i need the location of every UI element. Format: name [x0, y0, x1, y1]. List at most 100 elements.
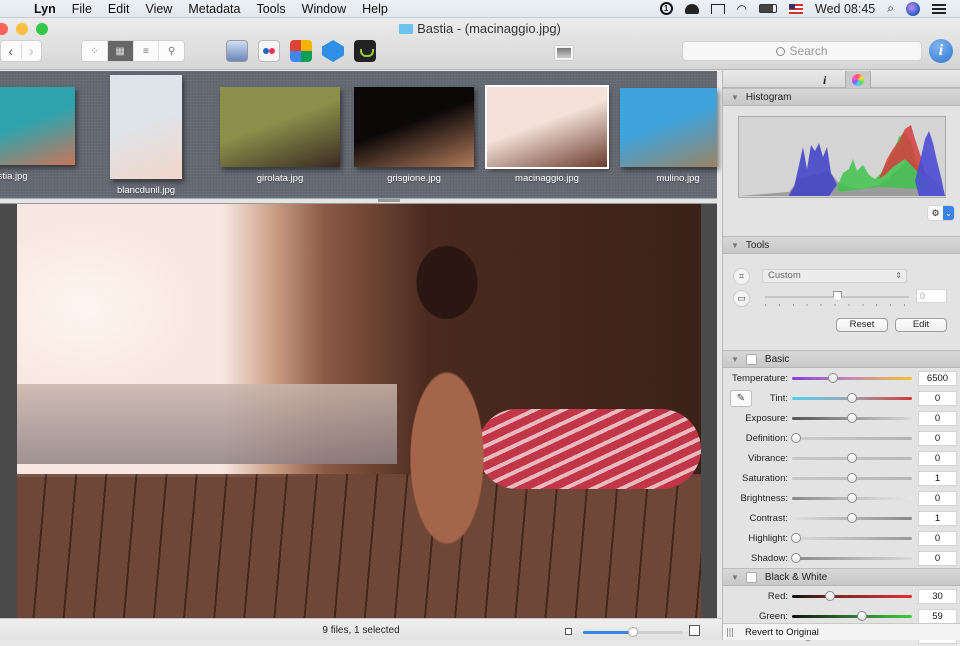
- search-field[interactable]: Search: [682, 41, 922, 61]
- adjustment-slider[interactable]: [792, 373, 912, 383]
- histogram-options-button[interactable]: ⚙ ⌄: [928, 206, 954, 220]
- adjustment-value-field[interactable]: 0: [918, 431, 957, 446]
- filmstrip-thumbnail[interactable]: [485, 85, 609, 169]
- adjustment-value-field[interactable]: 0: [918, 491, 957, 506]
- adjustment-slider[interactable]: [792, 473, 912, 483]
- adjustment-value-field[interactable]: 30: [918, 589, 957, 604]
- slider-knob[interactable]: [827, 373, 838, 383]
- notification-icon[interactable]: [684, 3, 699, 14]
- dropbox-share-icon[interactable]: [322, 40, 344, 62]
- adjustment-value-field[interactable]: 1: [918, 511, 957, 526]
- disclosure-triangle-icon[interactable]: ▼: [731, 93, 739, 102]
- flag-icon[interactable]: [789, 3, 804, 14]
- edit-button[interactable]: Edit: [895, 318, 947, 332]
- slider-knob[interactable]: [791, 533, 801, 543]
- straighten-icon[interactable]: ▭: [733, 290, 750, 307]
- adjustment-value-field[interactable]: 0: [918, 411, 957, 426]
- adjustment-value-field[interactable]: 1: [918, 471, 957, 486]
- info-tab[interactable]: i: [823, 73, 826, 88]
- adjustment-value-field[interactable]: 6500: [918, 371, 957, 386]
- disclosure-triangle-icon[interactable]: ▼: [731, 355, 739, 364]
- adjustment-value-field[interactable]: 0: [918, 451, 957, 466]
- tools-header[interactable]: ▼ Tools: [723, 236, 960, 254]
- adjustment-value-field[interactable]: 0: [918, 551, 957, 566]
- revert-to-original[interactable]: Revert to Original: [745, 627, 819, 638]
- siri-icon[interactable]: [906, 1, 920, 16]
- disclosure-triangle-icon[interactable]: ▼: [731, 573, 739, 582]
- slider-knob[interactable]: [791, 553, 801, 563]
- split-grip[interactable]: [378, 199, 400, 202]
- drag-handle-icon[interactable]: [727, 628, 733, 637]
- adjustment-value-field[interactable]: 0: [918, 391, 957, 406]
- revert-bar[interactable]: Revert to Original: [723, 623, 960, 640]
- reset-button[interactable]: Reset: [836, 318, 888, 332]
- menu-window[interactable]: Window: [294, 2, 354, 16]
- filmstrip-thumbnail[interactable]: [354, 87, 474, 167]
- adjustment-slider[interactable]: [792, 591, 912, 601]
- slider-knob[interactable]: [857, 611, 868, 621]
- smugmug-share-icon[interactable]: [354, 40, 376, 62]
- adjustment-slider[interactable]: [792, 493, 912, 503]
- menu-metadata[interactable]: Metadata: [180, 2, 248, 16]
- slider-knob[interactable]: [628, 627, 638, 637]
- main-photo[interactable]: [17, 204, 701, 618]
- slider-knob[interactable]: [847, 473, 857, 483]
- adjust-tab[interactable]: [845, 71, 871, 88]
- filmstrip-thumbnail[interactable]: [110, 75, 182, 179]
- preview-share-icon[interactable]: [226, 40, 248, 62]
- info-button[interactable]: i: [929, 39, 953, 63]
- menu-help[interactable]: Help: [354, 2, 396, 16]
- google-photos-share-icon[interactable]: [290, 40, 312, 62]
- slider-knob[interactable]: [847, 453, 857, 463]
- flickr-share-icon[interactable]: [258, 40, 280, 62]
- disclosure-triangle-icon[interactable]: ▼: [731, 241, 739, 250]
- adjustment-slider[interactable]: [792, 611, 912, 621]
- spotlight-icon[interactable]: ⌕: [887, 1, 894, 16]
- grid-view-button[interactable]: ⁘: [82, 41, 108, 61]
- slider-knob[interactable]: [791, 433, 801, 443]
- thumbnail-size-slider[interactable]: [583, 627, 683, 637]
- adjustment-value-field[interactable]: 0: [918, 531, 957, 546]
- list-view-button[interactable]: ≡: [134, 41, 160, 61]
- adjustment-slider[interactable]: [791, 533, 912, 543]
- battery-icon[interactable]: [759, 4, 778, 13]
- zoom-in-icon[interactable]: [689, 625, 700, 636]
- eyedropper-icon[interactable]: ✎: [730, 390, 752, 407]
- bw-enable-checkbox[interactable]: [745, 571, 757, 583]
- menu-edit[interactable]: Edit: [100, 2, 138, 16]
- filmstrip-thumbnail[interactable]: [0, 87, 75, 165]
- menu-tools[interactable]: Tools: [248, 2, 293, 16]
- crop-icon[interactable]: ⌗: [733, 268, 750, 285]
- menu-app[interactable]: Lyn: [30, 2, 64, 16]
- basic-header[interactable]: ▼ Basic: [723, 350, 960, 368]
- rotation-slider[interactable]: [765, 291, 909, 301]
- zoom-out-icon[interactable]: [565, 628, 572, 635]
- clock[interactable]: Wed 08:45: [815, 2, 875, 16]
- slider-knob[interactable]: [847, 393, 857, 403]
- filmstrip-thumbnail[interactable]: [220, 87, 340, 167]
- crop-preset-select[interactable]: Custom ⇕: [762, 269, 907, 283]
- menu-view[interactable]: View: [137, 2, 180, 16]
- notification-center-icon[interactable]: [932, 3, 946, 14]
- slider-knob[interactable]: [847, 513, 857, 523]
- adjustment-slider[interactable]: [792, 393, 912, 403]
- 1password-icon[interactable]: 1: [659, 2, 673, 15]
- map-view-button[interactable]: ⚲: [159, 41, 184, 61]
- adjustment-slider[interactable]: [791, 433, 912, 443]
- histogram-header[interactable]: ▼ Histogram: [723, 88, 960, 106]
- filmstrip-thumbnail[interactable]: [620, 88, 717, 167]
- rotation-knob[interactable]: [833, 291, 842, 301]
- adjustment-slider[interactable]: [792, 513, 912, 523]
- slider-knob[interactable]: [847, 493, 857, 503]
- back-button[interactable]: ‹: [1, 43, 21, 59]
- adjustment-value-field[interactable]: 59: [918, 609, 957, 624]
- wifi-icon[interactable]: ◠: [737, 2, 747, 16]
- airplay-icon[interactable]: [710, 3, 725, 14]
- adjustment-slider[interactable]: [791, 553, 912, 563]
- slideshow-icon[interactable]: [555, 46, 573, 60]
- slider-knob[interactable]: [847, 413, 857, 423]
- bw-header[interactable]: ▼ Black & White: [723, 568, 960, 586]
- forward-button[interactable]: ›: [20, 43, 42, 59]
- basic-enable-checkbox[interactable]: [745, 353, 757, 365]
- adjustment-slider[interactable]: [792, 413, 912, 423]
